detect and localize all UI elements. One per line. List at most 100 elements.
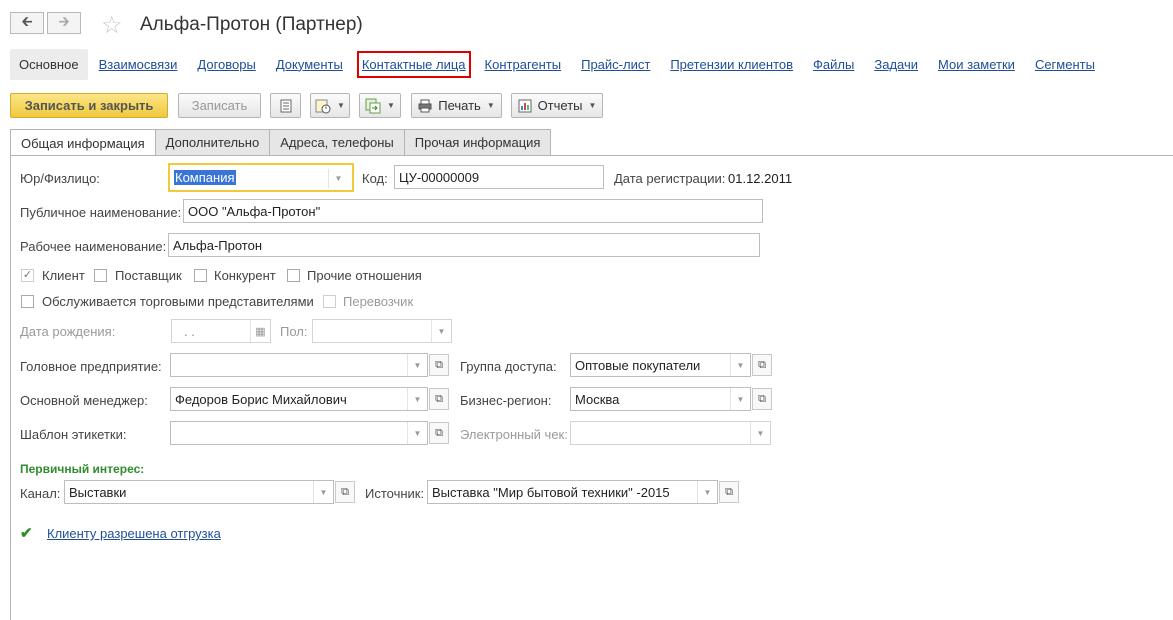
nav-documents[interactable]: Документы <box>276 57 343 72</box>
carrier-checkbox[interactable] <box>323 295 336 308</box>
access-group-label: Группа доступа: <box>460 359 557 374</box>
region-select[interactable]: Москва ▼ <box>570 387 751 411</box>
code-field[interactable]: ЦУ-00000009 <box>394 165 604 189</box>
chevron-down-icon[interactable]: ▼ <box>750 422 770 444</box>
page-title: Альфа-Протон (Партнер) <box>140 14 363 35</box>
save-button[interactable]: Записать <box>178 93 261 118</box>
open-icon[interactable]: ⧉ <box>429 354 449 376</box>
checkmark-icon: ✔ <box>20 525 33 542</box>
nav-claims[interactable]: Претензии клиентов <box>670 57 793 72</box>
other-relations-checkbox[interactable] <box>287 269 300 282</box>
e-receipt-label: Электронный чек: <box>460 427 568 442</box>
reg-date-value: 01.12.2011 <box>728 171 793 186</box>
nav-files[interactable]: Файлы <box>813 57 854 72</box>
open-icon[interactable]: ⧉ <box>752 388 772 410</box>
public-name-label: Публичное наименование: <box>20 205 182 220</box>
nav-relations[interactable]: Взаимосвязи <box>99 57 178 72</box>
chevron-down-icon[interactable]: ▼ <box>313 481 333 503</box>
open-icon[interactable]: ⧉ <box>752 354 772 376</box>
chevron-down-icon[interactable]: ▼ <box>730 388 750 410</box>
competitor-checkbox[interactable] <box>194 269 207 282</box>
supplier-checkbox[interactable] <box>94 269 107 282</box>
print-button[interactable]: Печать ▼ <box>411 93 502 118</box>
open-icon[interactable]: ⧉ <box>335 481 355 503</box>
chevron-down-icon[interactable]: ▼ <box>730 354 750 376</box>
open-icon[interactable]: ⧉ <box>429 422 449 444</box>
other-relations-label: Прочие отношения <box>307 268 422 283</box>
e-receipt-select[interactable]: ▼ <box>570 421 771 445</box>
section-nav: Основное Взаимосвязи Договоры Документы … <box>10 48 1115 80</box>
head-company-label: Головное предприятие: <box>20 359 162 374</box>
save-and-close-label: Записать и закрыть <box>24 98 154 113</box>
code-label: Код: <box>362 171 388 186</box>
competitor-label: Конкурент <box>214 268 276 283</box>
source-select[interactable]: Выставка "Мир бытовой техники" -2015 ▼ <box>427 480 718 504</box>
chevron-down-icon[interactable]: ▼ <box>407 354 427 376</box>
history-icon <box>315 99 331 113</box>
head-company-select[interactable]: ▼ <box>170 353 428 377</box>
chevron-down-icon: ▼ <box>387 101 395 110</box>
tab-general[interactable]: Общая информация <box>10 129 156 156</box>
chevron-down-icon: ▼ <box>588 101 597 110</box>
reports-button[interactable]: Отчеты ▼ <box>511 93 603 118</box>
nav-main[interactable]: Основное <box>10 48 88 80</box>
reports-icon <box>518 99 532 112</box>
nav-notes[interactable]: Мои заметки <box>938 57 1015 72</box>
channel-value: Выставки <box>69 484 127 500</box>
shipment-allowed-link[interactable]: Клиенту разрешена отгрузка <box>47 526 221 541</box>
access-group-select[interactable]: Оптовые покупатели ▼ <box>570 353 751 377</box>
printer-icon <box>418 99 432 112</box>
public-name-value: ООО "Альфа-Протон" <box>188 203 321 219</box>
chevron-down-icon[interactable]: ▼ <box>697 481 717 503</box>
chevron-down-icon: ▼ <box>337 101 345 110</box>
back-button[interactable]: 🡰 <box>10 12 44 34</box>
forward-button[interactable]: 🡲 <box>47 12 81 34</box>
arrow-right-icon: 🡲 <box>58 13 70 29</box>
nav-tasks[interactable]: Задачи <box>874 57 918 72</box>
chevron-down-icon[interactable]: ▼ <box>431 320 451 342</box>
open-icon[interactable]: ⧉ <box>429 388 449 410</box>
open-icon[interactable]: ⧉ <box>719 481 739 503</box>
tab-additional[interactable]: Дополнительно <box>154 129 271 155</box>
primary-interest-header: Первичный интерес: <box>20 462 145 476</box>
label-template-select[interactable]: ▼ <box>170 421 428 445</box>
carrier-label: Перевозчик <box>343 294 414 309</box>
tab-addresses[interactable]: Адреса, телефоны <box>269 129 405 155</box>
history-menu-button[interactable]: ▼ <box>310 93 350 118</box>
work-name-field[interactable]: Альфа-Протон <box>168 233 760 257</box>
chevron-down-icon[interactable]: ▼ <box>328 169 348 188</box>
manager-select[interactable]: Федоров Борис Михайлович ▼ <box>170 387 428 411</box>
reports-label: Отчеты <box>537 98 583 113</box>
served-by-reps-checkbox[interactable] <box>21 295 34 308</box>
work-name-label: Рабочее наименование: <box>20 239 167 254</box>
chevron-down-icon[interactable]: ▼ <box>407 388 427 410</box>
channel-label: Канал: <box>20 486 61 501</box>
source-value: Выставка "Мир бытовой техники" -2015 <box>432 484 670 500</box>
list-button[interactable] <box>270 93 301 118</box>
create-based-on-button[interactable]: ▼ <box>359 93 401 118</box>
kind-value: Компания <box>174 170 236 185</box>
birth-date-field[interactable]: . . ▦ <box>171 319 271 343</box>
list-icon <box>280 99 291 112</box>
nav-segments[interactable]: Сегменты <box>1035 57 1095 72</box>
nav-price-list[interactable]: Прайс-лист <box>581 57 650 72</box>
gender-select[interactable]: ▼ <box>312 319 452 343</box>
star-icon[interactable]: ☆ <box>101 11 123 40</box>
kind-select[interactable]: Компания ▼ <box>168 163 354 192</box>
public-name-field[interactable]: ООО "Альфа-Протон" <box>183 199 763 223</box>
chevron-down-icon[interactable]: ▼ <box>407 422 427 444</box>
nav-counterparties[interactable]: Контрагенты <box>485 57 562 72</box>
channel-select[interactable]: Выставки ▼ <box>64 480 334 504</box>
nav-contact-persons[interactable]: Контактные лица <box>356 50 471 78</box>
client-label: Клиент <box>42 268 85 283</box>
client-checkbox[interactable]: ✓ <box>21 269 34 282</box>
access-group-value: Оптовые покупатели <box>575 357 701 373</box>
tab-other-info[interactable]: Прочая информация <box>403 129 552 155</box>
nav-contracts[interactable]: Договоры <box>197 57 255 72</box>
manager-label: Основной менеджер: <box>20 393 148 408</box>
birth-date-value: . . <box>184 323 195 339</box>
save-and-close-button[interactable]: Записать и закрыть <box>10 93 168 118</box>
calendar-icon[interactable]: ▦ <box>250 320 270 342</box>
form-tabs: Общая информация Дополнительно Адреса, т… <box>10 129 552 156</box>
label-template-label: Шаблон этикетки: <box>20 427 127 442</box>
